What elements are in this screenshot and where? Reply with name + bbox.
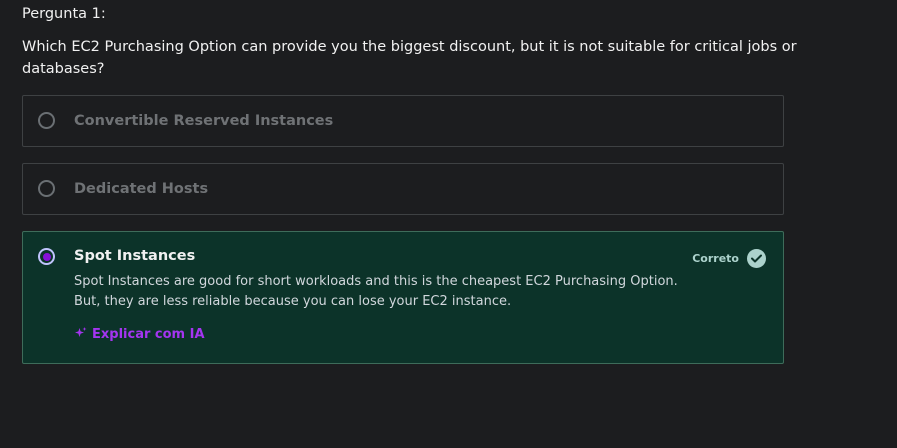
verdict-label: Correto	[692, 252, 739, 265]
answer-option-spot-instances[interactable]: Spot Instances Correto Spot Instances ar…	[22, 231, 784, 364]
radio-unselected-icon[interactable]	[38, 112, 55, 129]
question-number: Pergunta 1:	[22, 6, 106, 22]
answer-option-label: Dedicated Hosts	[74, 181, 209, 197]
sparkle-icon	[75, 327, 87, 341]
question-text: Which EC2 Purchasing Option can provide …	[22, 39, 797, 77]
answer-option-convertible-reserved[interactable]: Convertible Reserved Instances	[22, 95, 784, 147]
quiz-question-panel: Pergunta 1: Which EC2 Purchasing Option …	[0, 0, 897, 448]
radio-unselected-icon[interactable]	[38, 180, 55, 197]
explain-with-ai-link[interactable]: Explicar com IA	[75, 327, 205, 342]
radio-selected-icon[interactable]	[38, 248, 55, 265]
correct-badge: Correto	[692, 249, 766, 268]
explanation-line: Spot Instances are good for short worklo…	[74, 274, 678, 289]
explanation-line: But, they are less reliable because you …	[74, 294, 512, 309]
check-circle-icon	[747, 249, 766, 268]
answer-option-label: Spot Instances	[74, 248, 196, 264]
answer-explanation: Spot Instances are good for short worklo…	[74, 272, 694, 312]
explain-with-ai-label: Explicar com IA	[92, 327, 205, 342]
answer-option-label: Convertible Reserved Instances	[74, 113, 334, 129]
answer-option-dedicated-hosts[interactable]: Dedicated Hosts	[22, 163, 784, 215]
